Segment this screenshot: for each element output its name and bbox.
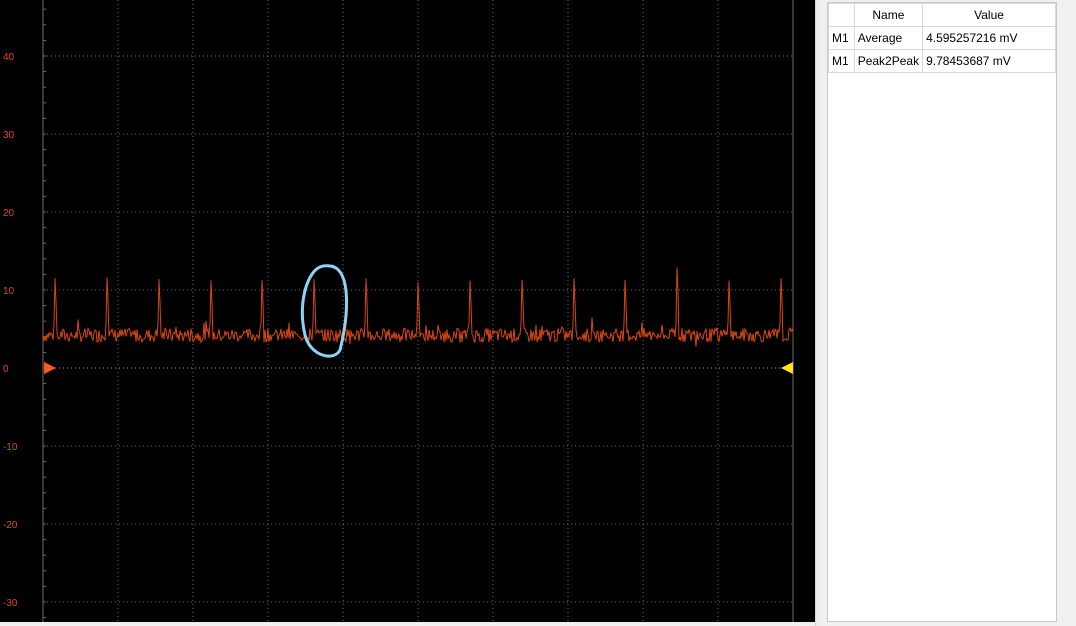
- y-axis-tick-label: 40: [3, 52, 15, 63]
- y-axis-tick-label: 20: [3, 208, 15, 219]
- row-channel: M1: [828, 49, 855, 73]
- row-name: Peak2Peak: [853, 49, 924, 73]
- horizontal-scrollbar-strip: [0, 622, 815, 626]
- table-header-row: Name Value: [828, 3, 1056, 27]
- y-axis-tick-label: -20: [3, 520, 18, 531]
- y-axis-tick-label: -10: [3, 442, 18, 453]
- column-header-name[interactable]: Name: [853, 3, 924, 27]
- waveform-trace: [42, 267, 794, 347]
- column-header-value[interactable]: Value: [922, 3, 1056, 27]
- oscilloscope-display[interactable]: 40 30 20 10 0 -10 -20 -30: [0, 0, 815, 622]
- row-name: Average: [853, 26, 924, 50]
- waveform-plot: 40 30 20 10 0 -10 -20 -30: [3, 0, 794, 622]
- table-row[interactable]: M1 Peak2Peak 9.78453687 mV: [828, 49, 1056, 73]
- y-axis-tick-label: 30: [3, 130, 15, 141]
- annotation-circle: [300, 264, 349, 358]
- row-value: 4.595257216 mV: [922, 26, 1056, 50]
- row-value: 9.78453687 mV: [922, 49, 1056, 73]
- y-axis-tick-label: 10: [3, 286, 15, 297]
- y-axis-tick-label: -30: [3, 598, 18, 609]
- column-header-channel[interactable]: [828, 3, 855, 27]
- row-channel: M1: [828, 26, 855, 50]
- ground-level-marker: [44, 362, 56, 374]
- measurements-table: Name Value M1 Average 4.595257216 mV M1 …: [828, 3, 1056, 73]
- y-axis-tick-label: 0: [3, 364, 9, 375]
- trigger-level-marker: [781, 362, 793, 374]
- table-row[interactable]: M1 Average 4.595257216 mV: [828, 26, 1056, 50]
- measurements-panel: Name Value M1 Average 4.595257216 mV M1 …: [819, 0, 1076, 626]
- measurements-table-container: Name Value M1 Average 4.595257216 mV M1 …: [827, 2, 1057, 622]
